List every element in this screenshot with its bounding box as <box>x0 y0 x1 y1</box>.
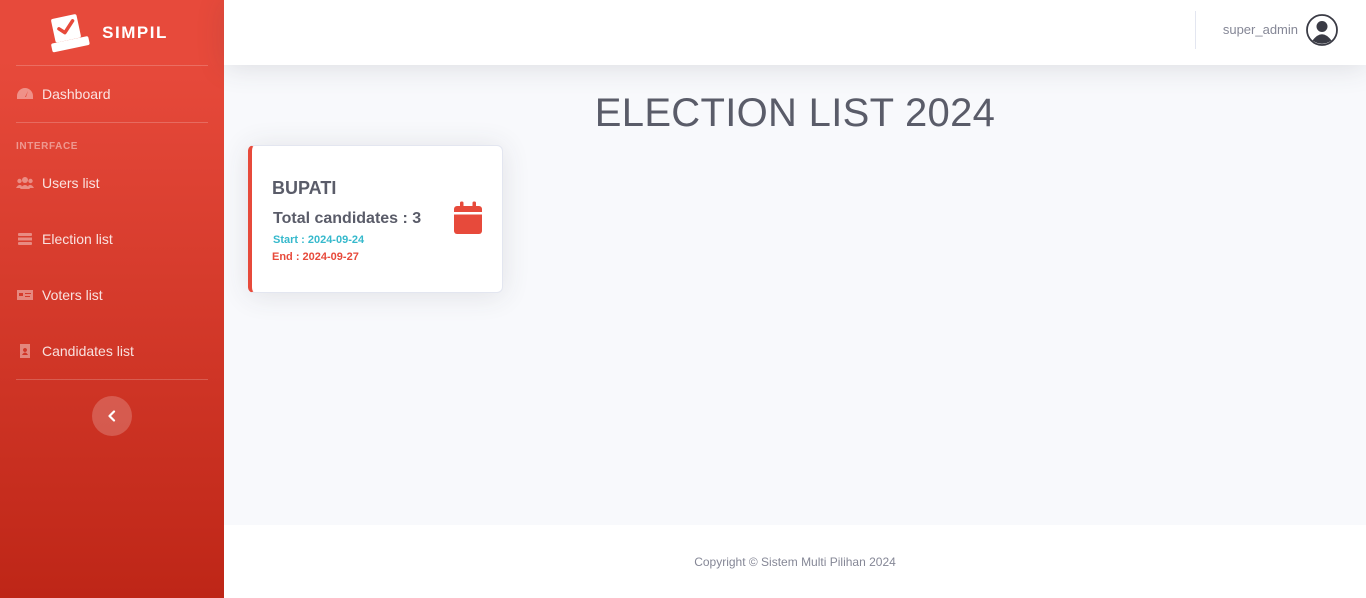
brand-name: SIMPIL <box>102 22 168 42</box>
address-book-icon <box>16 344 34 358</box>
election-candidate-count: Total candidates : 3 <box>273 210 422 227</box>
election-end-date: End : 2024-09-27 <box>272 251 359 263</box>
sidebar-heading: INTERFACE <box>16 141 79 152</box>
sidebar: SIMPIL Dashboard INTERFACE Users list El… <box>0 0 224 598</box>
tachometer-icon <box>16 87 34 101</box>
sidebar-item-dashboard[interactable]: Dashboard <box>0 66 224 122</box>
sidebar-toggle-wrap <box>0 380 224 436</box>
sidebar-item-elections[interactable]: Election list <box>0 211 224 267</box>
users-icon <box>16 176 34 190</box>
brand[interactable]: SIMPIL <box>0 0 224 65</box>
list-table-icon <box>16 232 34 246</box>
user-circle-icon[interactable] <box>1306 14 1338 46</box>
sidebar-item-label: Users list <box>42 175 100 191</box>
sidebar-item-users[interactable]: Users list <box>0 155 224 211</box>
sidebar-item-label: Dashboard <box>42 86 111 102</box>
sidebar-item-candidates[interactable]: Candidates list <box>0 323 224 379</box>
username[interactable]: super_admin <box>1223 22 1298 37</box>
sidebar-item-label: Candidates list <box>42 343 134 359</box>
sidebar-item-label: Election list <box>42 231 113 247</box>
election-name: BUPATI <box>272 178 337 198</box>
sidebar-item-voters[interactable]: Voters list <box>0 267 224 323</box>
copyright-text: Copyright © Sistem Multi Pilihan 2024 <box>694 554 896 569</box>
sidebar-toggle-button[interactable] <box>92 396 132 436</box>
calendar-icon <box>454 201 482 234</box>
topbar-divider <box>1195 11 1196 49</box>
election-card[interactable]: BUPATI Total candidates : 3 Start : 2024… <box>248 145 503 293</box>
chevron-left-icon <box>108 410 116 422</box>
page-title: ELECTION LIST 2024 <box>594 91 996 135</box>
sidebar-item-label: Voters list <box>42 287 103 303</box>
election-start-date: Start : 2024-09-24 <box>273 234 365 246</box>
ballot-box-check-icon <box>51 13 90 52</box>
topbar: super_admin <box>224 0 1366 65</box>
footer: Copyright © Sistem Multi Pilihan 2024 <box>224 525 1366 598</box>
main-content: ELECTION LIST 2024 BUPATI Total candidat… <box>224 65 1366 525</box>
id-card-icon <box>16 288 34 302</box>
